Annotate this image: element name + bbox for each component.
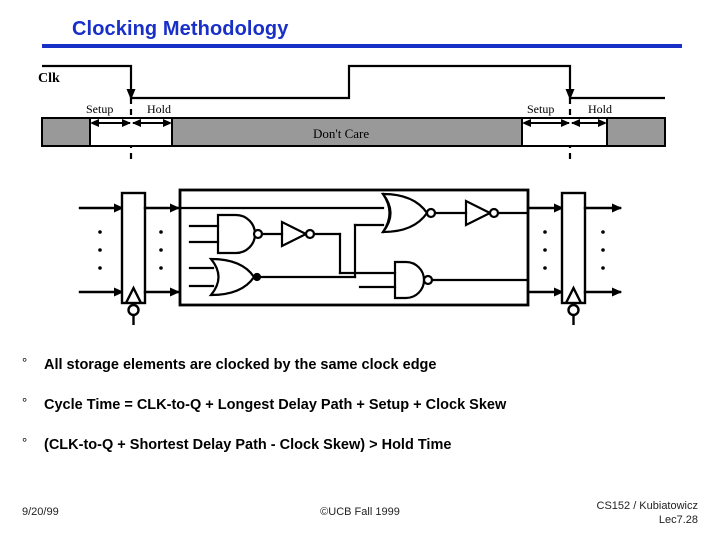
clk-label: Clk	[38, 71, 60, 86]
setup-label-left: Setup	[86, 102, 114, 116]
bullet-marker-icon: °	[22, 435, 28, 450]
clock-timing-diagram: Clk Setup Hold Setup Hold Don't Care	[0, 58, 720, 168]
bullet-item: ° (CLK-to-Q + Shortest Delay Path - Cloc…	[0, 432, 720, 472]
nand2-bubble	[422, 274, 434, 286]
dont-care-label: Don't Care	[313, 126, 370, 141]
bullet-text: (CLK-to-Q + Shortest Delay Path - Clock …	[44, 437, 452, 453]
page-title: Clocking Methodology	[72, 18, 289, 40]
nand2-body	[393, 260, 426, 300]
bullet-item: ° All storage elements are clocked by th…	[0, 352, 720, 392]
bullet-marker-icon: °	[22, 395, 28, 410]
hold-label-left: Hold	[147, 102, 171, 116]
datapath-svg	[78, 188, 622, 325]
setup-label-right: Setup	[527, 102, 555, 116]
bullet-item: ° Cycle Time = CLK-to-Q + Longest Delay …	[0, 392, 720, 432]
reg-out-arrow-top	[170, 203, 180, 213]
nand1-bubble	[252, 228, 264, 240]
input-ellipsis	[98, 230, 102, 270]
nor1-in-curve	[381, 192, 391, 234]
datapath-diagram	[0, 180, 720, 330]
hold-label-right: Hold	[588, 102, 612, 116]
reg-out-arrow-bottom	[170, 287, 180, 297]
inverter1-bubble	[304, 228, 316, 240]
output-arrow-top	[612, 203, 622, 213]
inverter2-body	[464, 199, 493, 227]
bullet-list: ° All storage elements are clocked by th…	[0, 352, 720, 472]
clock-bubble-right	[567, 303, 580, 317]
data-bar-stable-right	[606, 117, 666, 147]
nand1-body	[216, 213, 257, 255]
bullet-text: Cycle Time = CLK-to-Q + Longest Delay Pa…	[44, 397, 507, 413]
output-ellipsis	[601, 230, 605, 270]
output-arrow-bottom	[612, 287, 622, 297]
footer-course: CS152 / Kubiatowicz	[596, 500, 699, 512]
logic-out-ellipsis	[543, 230, 547, 270]
inverter2-bubble	[488, 207, 500, 219]
title-divider	[42, 44, 682, 48]
bullet-text: All storage elements are clocked by the …	[44, 357, 437, 373]
reg-out-ellipsis	[159, 230, 163, 270]
or1-body	[208, 257, 256, 297]
clock-bubble-left	[127, 303, 140, 317]
inverter1-body	[280, 220, 309, 248]
data-bar-stable-left	[41, 117, 91, 147]
nor1-bubble	[425, 207, 437, 219]
bullet-marker-icon: °	[22, 355, 28, 370]
slide-footer: 9/20/99 ©UCB Fall 1999 CS152 / Kubiatowi…	[0, 498, 720, 540]
footer-lecture: Lec7.28	[658, 514, 698, 526]
